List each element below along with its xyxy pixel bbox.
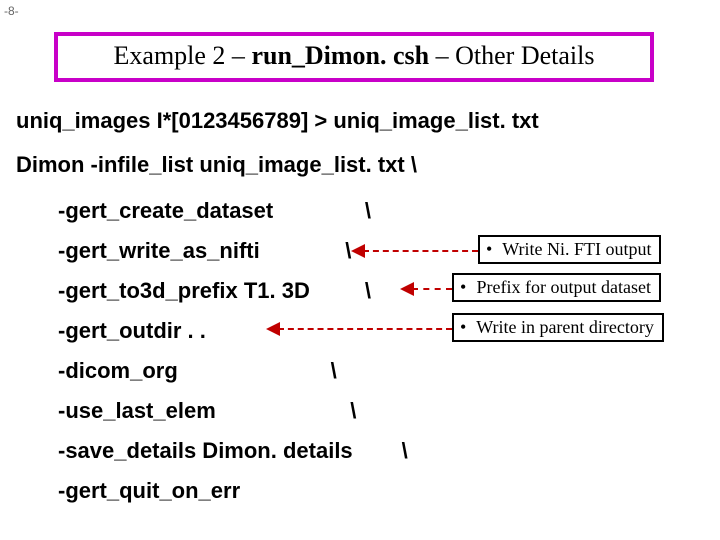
title-box: Example 2 – run_Dimon. csh – Other Detai… [54, 32, 654, 82]
cmd-uniq-images: uniq_images I*[0123456789] > uniq_image_… [16, 108, 539, 134]
flag-gert-to3d-prefix: -gert_to3d_prefix T1. 3D \ [58, 278, 371, 304]
callout-nifti-text: Write Ni. FTI output [502, 239, 651, 259]
bullet-icon: • [486, 239, 498, 260]
flag-use-last-elem: -use_last_elem \ [58, 398, 356, 424]
arrow-line-icon [412, 288, 452, 290]
callout-parent-dir-text: Write in parent directory [476, 317, 654, 337]
callout-parent-dir: • Write in parent directory [452, 313, 664, 342]
arrow-line-icon [363, 250, 478, 252]
callout-nifti: • Write Ni. FTI output [478, 235, 661, 264]
flag-dicom-org: -dicom_org \ [58, 358, 337, 384]
arrow-line-icon [278, 328, 452, 330]
callout-prefix-text: Prefix for output dataset [477, 277, 651, 297]
flag-gert-write-as-nifti: -gert_write_as_nifti \ [58, 238, 351, 264]
title-part1: Example 2 – [114, 41, 252, 70]
flag-gert-create-dataset: -gert_create_dataset \ [58, 198, 371, 224]
callout-prefix: • Prefix for output dataset [452, 273, 661, 302]
flag-gert-quit-on-err: -gert_quit_on_err [58, 478, 240, 504]
bullet-icon: • [460, 317, 472, 338]
title-part2: run_Dimon. csh [251, 41, 429, 70]
page-number: -8- [4, 4, 19, 18]
cmd-dimon: Dimon -infile_list uniq_image_list. txt … [16, 152, 417, 178]
flag-save-details: -save_details Dimon. details \ [58, 438, 408, 464]
bullet-icon: • [460, 277, 472, 298]
flag-gert-outdir: -gert_outdir . . [58, 318, 206, 344]
title-part3: – Other Details [429, 41, 594, 70]
